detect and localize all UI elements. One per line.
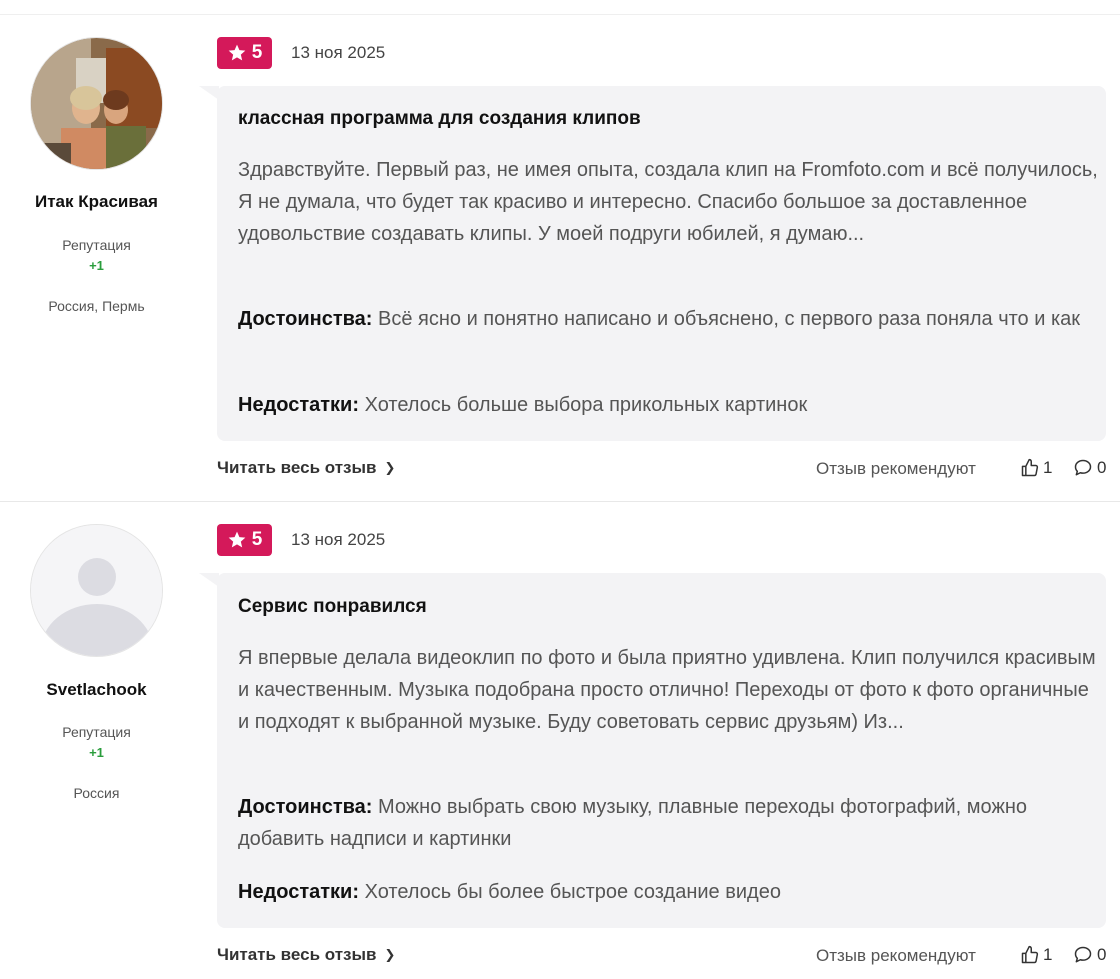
review-title[interactable]: Сервис понравился [238,596,427,618]
thumbs-up-icon [1021,458,1039,477]
comments-count: 0 [1097,458,1107,477]
comment-icon [1074,459,1092,476]
cons-label: Недостатки: [238,881,360,903]
review-pros: Достоинства: Всё ясно и понятно написано… [238,303,1098,335]
pros-text: Всё ясно и понятно написано и объяснено,… [378,308,1081,330]
recommend-label: Отзыв рекомендуют [816,459,976,478]
read-full-review-link[interactable]: Читать весь отзыв ❯ [217,458,395,478]
reputation-label: Репутация [62,237,131,253]
pros-label: Достоинства: [238,796,373,818]
cons-text: Хотелось бы более быстрое создание видео [364,881,781,903]
review-card: Svetlachook Репутация +1 Россия 5 13 ноя… [0,501,1120,979]
chevron-right-icon: ❯ [384,460,396,475]
review-card: Итак Красивая Репутация +1 Россия, Пермь… [0,0,1120,501]
thumbs-up-icon [1021,945,1039,964]
comments-count: 0 [1097,945,1107,964]
review-cons: Недостатки: Хотелось больше выбора прико… [238,389,1098,421]
review-text: Я впервые делала видеоклип по фото и был… [238,647,1096,733]
rating-value: 5 [251,42,263,63]
bubble-tail [199,86,219,100]
review-date: 13 ноя 2025 [291,530,386,549]
comments-button[interactable]: 0 [1073,945,1106,965]
like-button[interactable]: 1 [1020,945,1052,965]
read-more-label: Читать весь отзыв [217,945,377,964]
review-cons: Недостатки: Хотелось бы более быстрое со… [238,876,1098,908]
review-text: Здравствуйте. Первый раз, не имея опыта,… [238,159,1098,245]
author-name[interactable]: Итак Красивая [0,192,193,212]
reputation-label: Репутация [62,724,131,740]
read-full-review-link[interactable]: Читать весь отзыв ❯ [217,945,395,965]
likes-count: 1 [1043,458,1053,477]
review-bubble: Сервис понравился Я впервые делала видео… [217,573,1106,928]
cons-label: Недостатки: [238,394,360,416]
review-bubble: классная программа для создания клипов З… [217,86,1106,441]
comments-button[interactable]: 0 [1073,458,1106,478]
author-location: Россия [73,785,120,801]
avatar[interactable] [30,524,163,657]
review-date: 13 ноя 2025 [291,43,386,62]
pros-label: Достоинства: [238,308,373,330]
cons-text: Хотелось больше выбора прикольных картин… [364,394,808,416]
review-pros: Достоинства: Можно выбрать свою музыку, … [238,791,1098,855]
reputation-value: +1 [89,745,104,760]
reputation-value: +1 [89,258,104,273]
star-icon [228,531,246,548]
likes-count: 1 [1043,945,1053,964]
avatar[interactable] [30,37,163,170]
default-user-icon [31,525,162,656]
comment-icon [1074,946,1092,963]
like-button[interactable]: 1 [1020,458,1052,478]
rating-badge: 5 [217,524,272,556]
bubble-tail [199,573,219,587]
author-name[interactable]: Svetlachook [0,680,193,700]
rating-value: 5 [251,529,263,550]
star-icon [228,44,246,61]
read-more-label: Читать весь отзыв [217,458,377,477]
rating-badge: 5 [217,37,272,69]
review-title[interactable]: классная программа для создания клипов [238,108,641,130]
chevron-right-icon: ❯ [384,947,396,962]
author-location: Россия, Пермь [48,298,145,314]
recommend-label: Отзыв рекомендуют [816,946,976,965]
